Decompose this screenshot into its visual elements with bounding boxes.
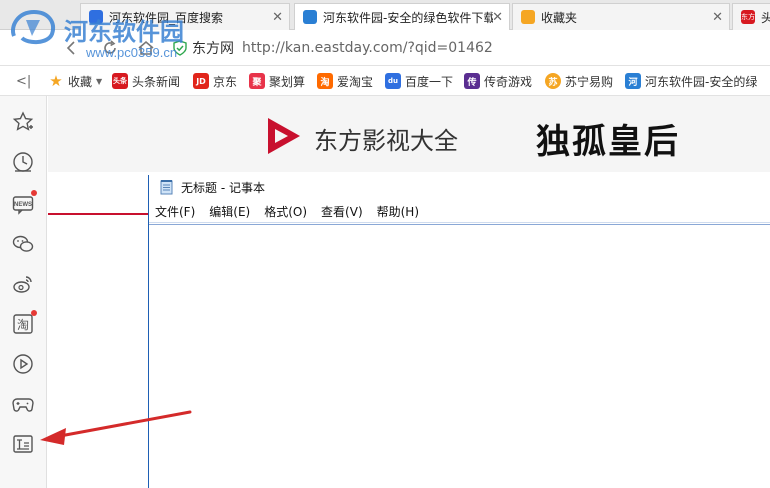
menu-edit[interactable]: 编辑(E)	[209, 203, 250, 220]
url-text[interactable]: http://kan.eastday.com/?qid=01462	[242, 40, 493, 56]
sidebar-item-favorites[interactable]	[11, 110, 35, 134]
star-icon: ★	[49, 72, 63, 90]
sidebar: NEWS 淘	[0, 96, 47, 488]
tab-title: 头	[761, 9, 770, 26]
tab-eastday[interactable]: 东方 头	[732, 3, 770, 30]
watermark-url: www.pc0359.cn	[86, 45, 178, 60]
eastday-logo-icon: 东方	[741, 10, 755, 24]
notepad-titlebar[interactable]: 无标题 - 记事本	[149, 175, 770, 199]
star-add-icon	[12, 111, 34, 131]
bookmark-label: 聚划算	[269, 74, 306, 89]
taobao-icon: 淘	[317, 73, 333, 89]
toutiao-icon: 头条	[112, 73, 128, 89]
eastday-play-logo-icon	[268, 118, 300, 154]
notepad-icon	[13, 435, 33, 453]
wechat-icon	[12, 235, 34, 252]
notepad-menubar: 文件(F) 编辑(E) 格式(O) 查看(V) 帮助(H)	[149, 201, 770, 223]
notepad-app-icon	[160, 180, 173, 195]
juhuasuan-icon: 聚	[249, 73, 265, 89]
sidebar-item-weibo[interactable]	[11, 272, 35, 296]
sidebar-item-taobao[interactable]: 淘	[11, 310, 37, 336]
bookmark-juhuasuan[interactable]: 聚 聚划算	[249, 72, 305, 90]
bookmark-baidu[interactable]: du 百度一下	[385, 72, 453, 90]
close-icon[interactable]: ✕	[272, 10, 283, 25]
taobao-icon: 淘	[13, 314, 33, 334]
brand-name: 东方影视大全	[314, 127, 458, 155]
play-circle-icon	[13, 354, 33, 374]
bookmark-chuanqi-game[interactable]: 传 传奇游戏	[464, 72, 532, 90]
bookmark-label: 头条新闻	[132, 74, 181, 89]
jd-icon: JD	[193, 73, 209, 89]
site-name: 东方网	[192, 41, 234, 57]
bookmark-aitaobao[interactable]: 淘 爱淘宝	[317, 72, 373, 90]
svg-text:NEWS: NEWS	[14, 202, 32, 208]
weibo-icon	[13, 276, 32, 293]
notification-dot	[31, 190, 37, 196]
window-title: 无标题 - 记事本	[181, 180, 265, 195]
bookmark-label: 收藏	[68, 74, 93, 89]
bookmark-jd[interactable]: JD 京东	[193, 72, 237, 90]
watermark-name: 河东软件园	[64, 17, 184, 46]
close-icon[interactable]: ✕	[492, 10, 503, 25]
news-icon: NEWS	[12, 196, 34, 215]
chuanqi-game-icon: 传	[464, 73, 480, 89]
menu-view[interactable]: 查看(V)	[321, 203, 363, 220]
bookmarks-bar: <| ★ 收藏 ▼ 头条 头条新闻 JD 京东 聚 聚划算 淘 爱淘宝 du 百…	[0, 66, 770, 96]
bookmark-label: 爱淘宝	[337, 74, 374, 89]
notepad-text-area[interactable]	[149, 224, 770, 488]
bookmark-hedong[interactable]: 河 河东软件园-安全的绿	[625, 72, 757, 90]
banner: 东方影视大全 独孤皇后	[48, 96, 770, 172]
notification-dot	[31, 310, 37, 316]
sidebar-item-wechat[interactable]	[11, 232, 35, 256]
bookmark-label: 苏宁易购	[565, 74, 614, 89]
bookmark-label: 河东软件园-安全的绿	[645, 74, 758, 89]
suning-lion-icon: 苏	[545, 73, 561, 89]
bookmark-toutiao[interactable]: 头条 头条新闻	[112, 72, 180, 90]
bookmarks-toggle-button[interactable]: <|	[16, 72, 31, 90]
tab-title: 收藏夹	[541, 10, 578, 25]
sidebar-item-notepad[interactable]	[11, 432, 35, 456]
tab-favorites[interactable]: 收藏夹 ✕	[512, 3, 730, 30]
clock-icon	[13, 152, 33, 172]
sidebar-item-games[interactable]	[11, 392, 35, 416]
tab-hedong-site[interactable]: 河东软件园-安全的绿色软件下载 ✕	[294, 3, 510, 30]
hedong-watermark-logo-icon	[11, 9, 55, 45]
close-icon[interactable]: ✕	[712, 10, 723, 25]
bookmark-label: 百度一下	[405, 74, 454, 89]
hedong-logo-icon: 河	[625, 73, 641, 89]
bookmark-label: 京东	[213, 74, 238, 89]
bookmark-suning[interactable]: 苏 苏宁易购	[545, 72, 613, 90]
star-icon	[521, 10, 535, 24]
menu-help[interactable]: 帮助(H)	[377, 203, 419, 220]
chevron-down-icon: ▼	[96, 76, 103, 86]
drama-title-calligraphy: 独孤皇后	[536, 122, 680, 162]
menu-format[interactable]: 格式(O)	[264, 203, 307, 220]
red-divider	[48, 213, 150, 215]
tab-title: 河东软件园-安全的绿色软件下载	[323, 10, 493, 25]
hedong-logo-icon	[303, 10, 317, 24]
svg-text:淘: 淘	[17, 318, 29, 332]
baidu-paw-icon: du	[385, 73, 401, 89]
menu-file[interactable]: 文件(F)	[155, 203, 195, 220]
bookmark-favorites[interactable]: ★ 收藏 ▼	[48, 72, 102, 90]
bookmark-label: 传奇游戏	[484, 74, 533, 89]
notepad-window: 无标题 - 记事本 文件(F) 编辑(E) 格式(O) 查看(V) 帮助(H)	[148, 175, 770, 488]
sidebar-item-news[interactable]: NEWS	[11, 190, 37, 216]
url-field[interactable]: 东方网 http://kan.eastday.com/?qid=01462	[172, 36, 762, 60]
gamepad-icon	[12, 398, 34, 412]
sidebar-item-history[interactable]	[11, 150, 35, 174]
sidebar-item-video[interactable]	[11, 352, 35, 376]
